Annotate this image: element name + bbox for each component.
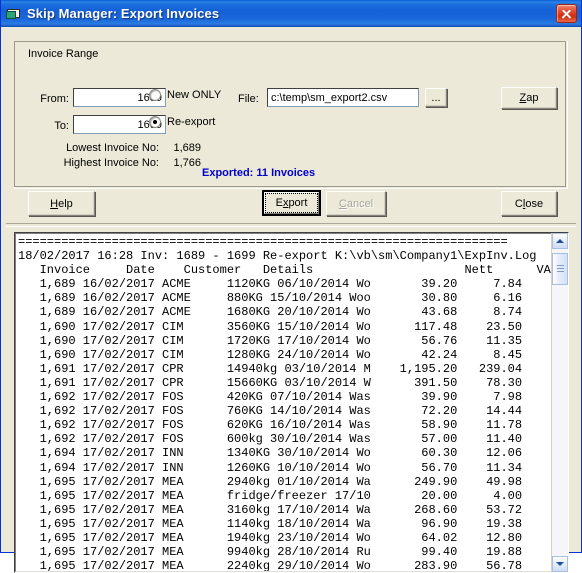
radio-re-export-indicator bbox=[149, 116, 161, 128]
highest-invoice-label: Highest Invoice No: bbox=[63, 157, 159, 169]
to-label: To: bbox=[54, 120, 69, 132]
title-bar[interactable]: Skip Manager: Export Invoices bbox=[1, 0, 581, 27]
export-invoices-window: Skip Manager: Export Invoices Invoice Ra… bbox=[0, 0, 582, 573]
help-label: Help bbox=[50, 197, 73, 210]
button-row-separator bbox=[6, 223, 576, 227]
radio-re-export-label: Re-export bbox=[167, 116, 216, 128]
browse-file-label: ... bbox=[431, 91, 441, 104]
radio-new-only-label: New ONLY bbox=[167, 89, 222, 101]
zap-button[interactable]: Zap bbox=[501, 87, 557, 109]
window-title: Skip Manager: Export Invoices bbox=[27, 6, 220, 21]
close-label: Close bbox=[514, 197, 544, 210]
lowest-invoice-label: Lowest Invoice No: bbox=[66, 142, 159, 154]
file-label: File: bbox=[238, 93, 259, 105]
cancel-label: Cancel bbox=[338, 197, 374, 210]
folder-disk-icon bbox=[6, 6, 22, 21]
scroll-up-icon[interactable] bbox=[552, 233, 568, 249]
status-badge: Exported: 11 Invoices bbox=[202, 167, 316, 179]
from-label: From: bbox=[40, 93, 69, 105]
radio-new-only-indicator bbox=[149, 89, 161, 101]
browse-file-button[interactable]: ... bbox=[425, 88, 447, 107]
highest-invoice-value: 1,766 bbox=[173, 157, 201, 169]
file-path-input[interactable] bbox=[267, 88, 419, 107]
radio-re-export[interactable]: Re-export bbox=[149, 116, 215, 128]
export-button[interactable]: Export bbox=[262, 190, 321, 216]
invoice-range-legend: Invoice Range bbox=[25, 48, 102, 60]
scrollbar-thumb[interactable] bbox=[552, 253, 568, 285]
zap-label: Zap bbox=[519, 92, 539, 104]
help-button[interactable]: Help bbox=[28, 191, 95, 216]
cancel-button: Cancel bbox=[326, 191, 386, 216]
scrollbar-track[interactable] bbox=[552, 249, 568, 556]
close-icon[interactable] bbox=[556, 4, 577, 23]
close-button[interactable]: Close bbox=[501, 191, 557, 216]
scroll-down-icon[interactable] bbox=[552, 556, 568, 572]
export-log-panel: ========================================… bbox=[14, 232, 569, 573]
export-label: Export bbox=[275, 197, 308, 209]
export-log-text[interactable]: ========================================… bbox=[18, 235, 551, 572]
client-area: Invoice Range From: To: New ONLY Re-expo… bbox=[1, 27, 581, 573]
lowest-invoice-value: 1,689 bbox=[173, 142, 201, 154]
radio-new-only[interactable]: New ONLY bbox=[149, 89, 221, 101]
log-vertical-scrollbar[interactable] bbox=[551, 233, 568, 572]
